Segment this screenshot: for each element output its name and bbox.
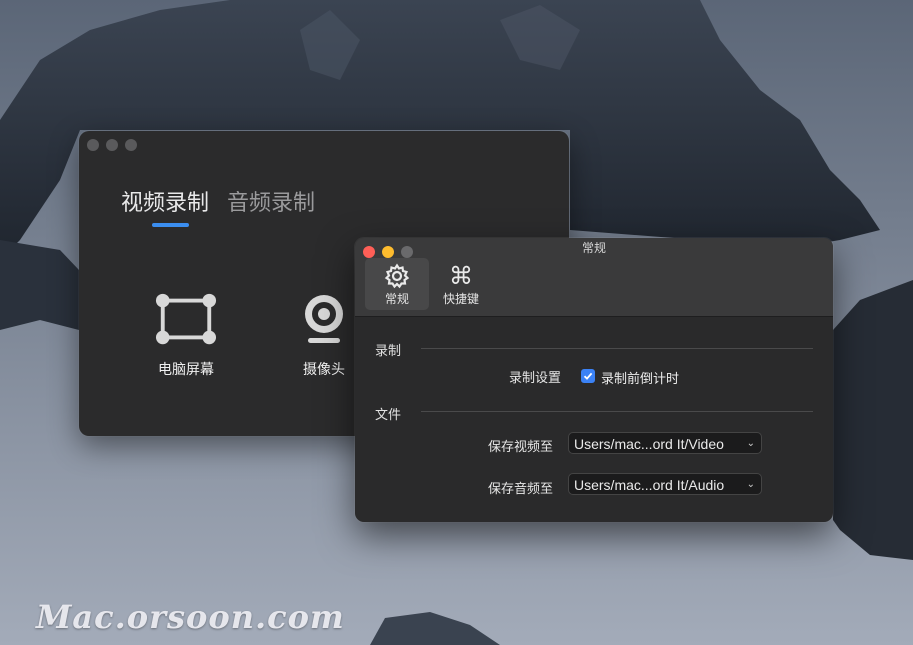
close-button[interactable] [87,139,99,151]
recording-mode-tabs: 视频录制 音频录制 [121,185,315,217]
countdown-checkbox[interactable] [581,369,595,383]
section-file-title: 文件 [375,408,402,423]
toolbar-shortcuts-label: 快捷键 [442,292,479,306]
save-audio-label: 保存音频至 [487,482,553,497]
window-title: 常规 [581,241,606,255]
audio-path-value: Users/mac...ord It/Audio [574,477,725,493]
audio-path-select[interactable]: Users/mac...ord It/Audio ⌄ [568,473,762,495]
section-record-title: 录制 [375,344,402,359]
save-video-label: 保存视频至 [487,440,553,455]
source-screen-label: 电脑屏幕 [158,362,214,378]
preferences-toolbar: 常规 常规 ⌘ 快捷键 [355,238,833,317]
chevron-down-icon: ⌄ [746,479,755,490]
toolbar-general-tab[interactable]: 常规 [365,258,429,310]
source-webcam-label: 摄像头 [303,362,345,378]
section-divider [421,411,813,412]
active-tab-indicator [152,223,189,227]
toolbar-shortcuts-tab[interactable]: ⌘ 快捷键 [429,258,493,310]
section-divider [421,348,813,349]
source-webcam-button[interactable]: 摄像头 [299,289,349,379]
tab-video-recording[interactable]: 视频录制 [121,185,209,217]
site-watermark: Mac.orsoon.com [36,598,345,636]
gear-icon [365,262,429,290]
video-path-select[interactable]: Users/mac...ord It/Video ⌄ [568,432,762,454]
webcam-icon [299,289,349,349]
video-path-value: Users/mac...ord It/Video [574,436,724,452]
tab-audio-recording[interactable]: 音频录制 [227,185,315,217]
minimize-button[interactable] [106,139,118,151]
toolbar-general-label: 常规 [384,292,409,306]
chevron-down-icon: ⌄ [746,438,755,449]
zoom-button[interactable] [125,139,137,151]
countdown-checkbox-label[interactable]: 录制前倒计时 [601,368,679,387]
screen-capture-icon [155,289,217,349]
source-screen-button[interactable]: 电脑屏幕 [155,289,217,379]
record-settings-label: 录制设置 [508,371,561,386]
preferences-window: 常规 常规 ⌘ 快捷键 录制 录制设置 录制前倒计时 文件 保存视频至 User… [355,238,833,522]
command-key-icon: ⌘ [449,262,473,290]
